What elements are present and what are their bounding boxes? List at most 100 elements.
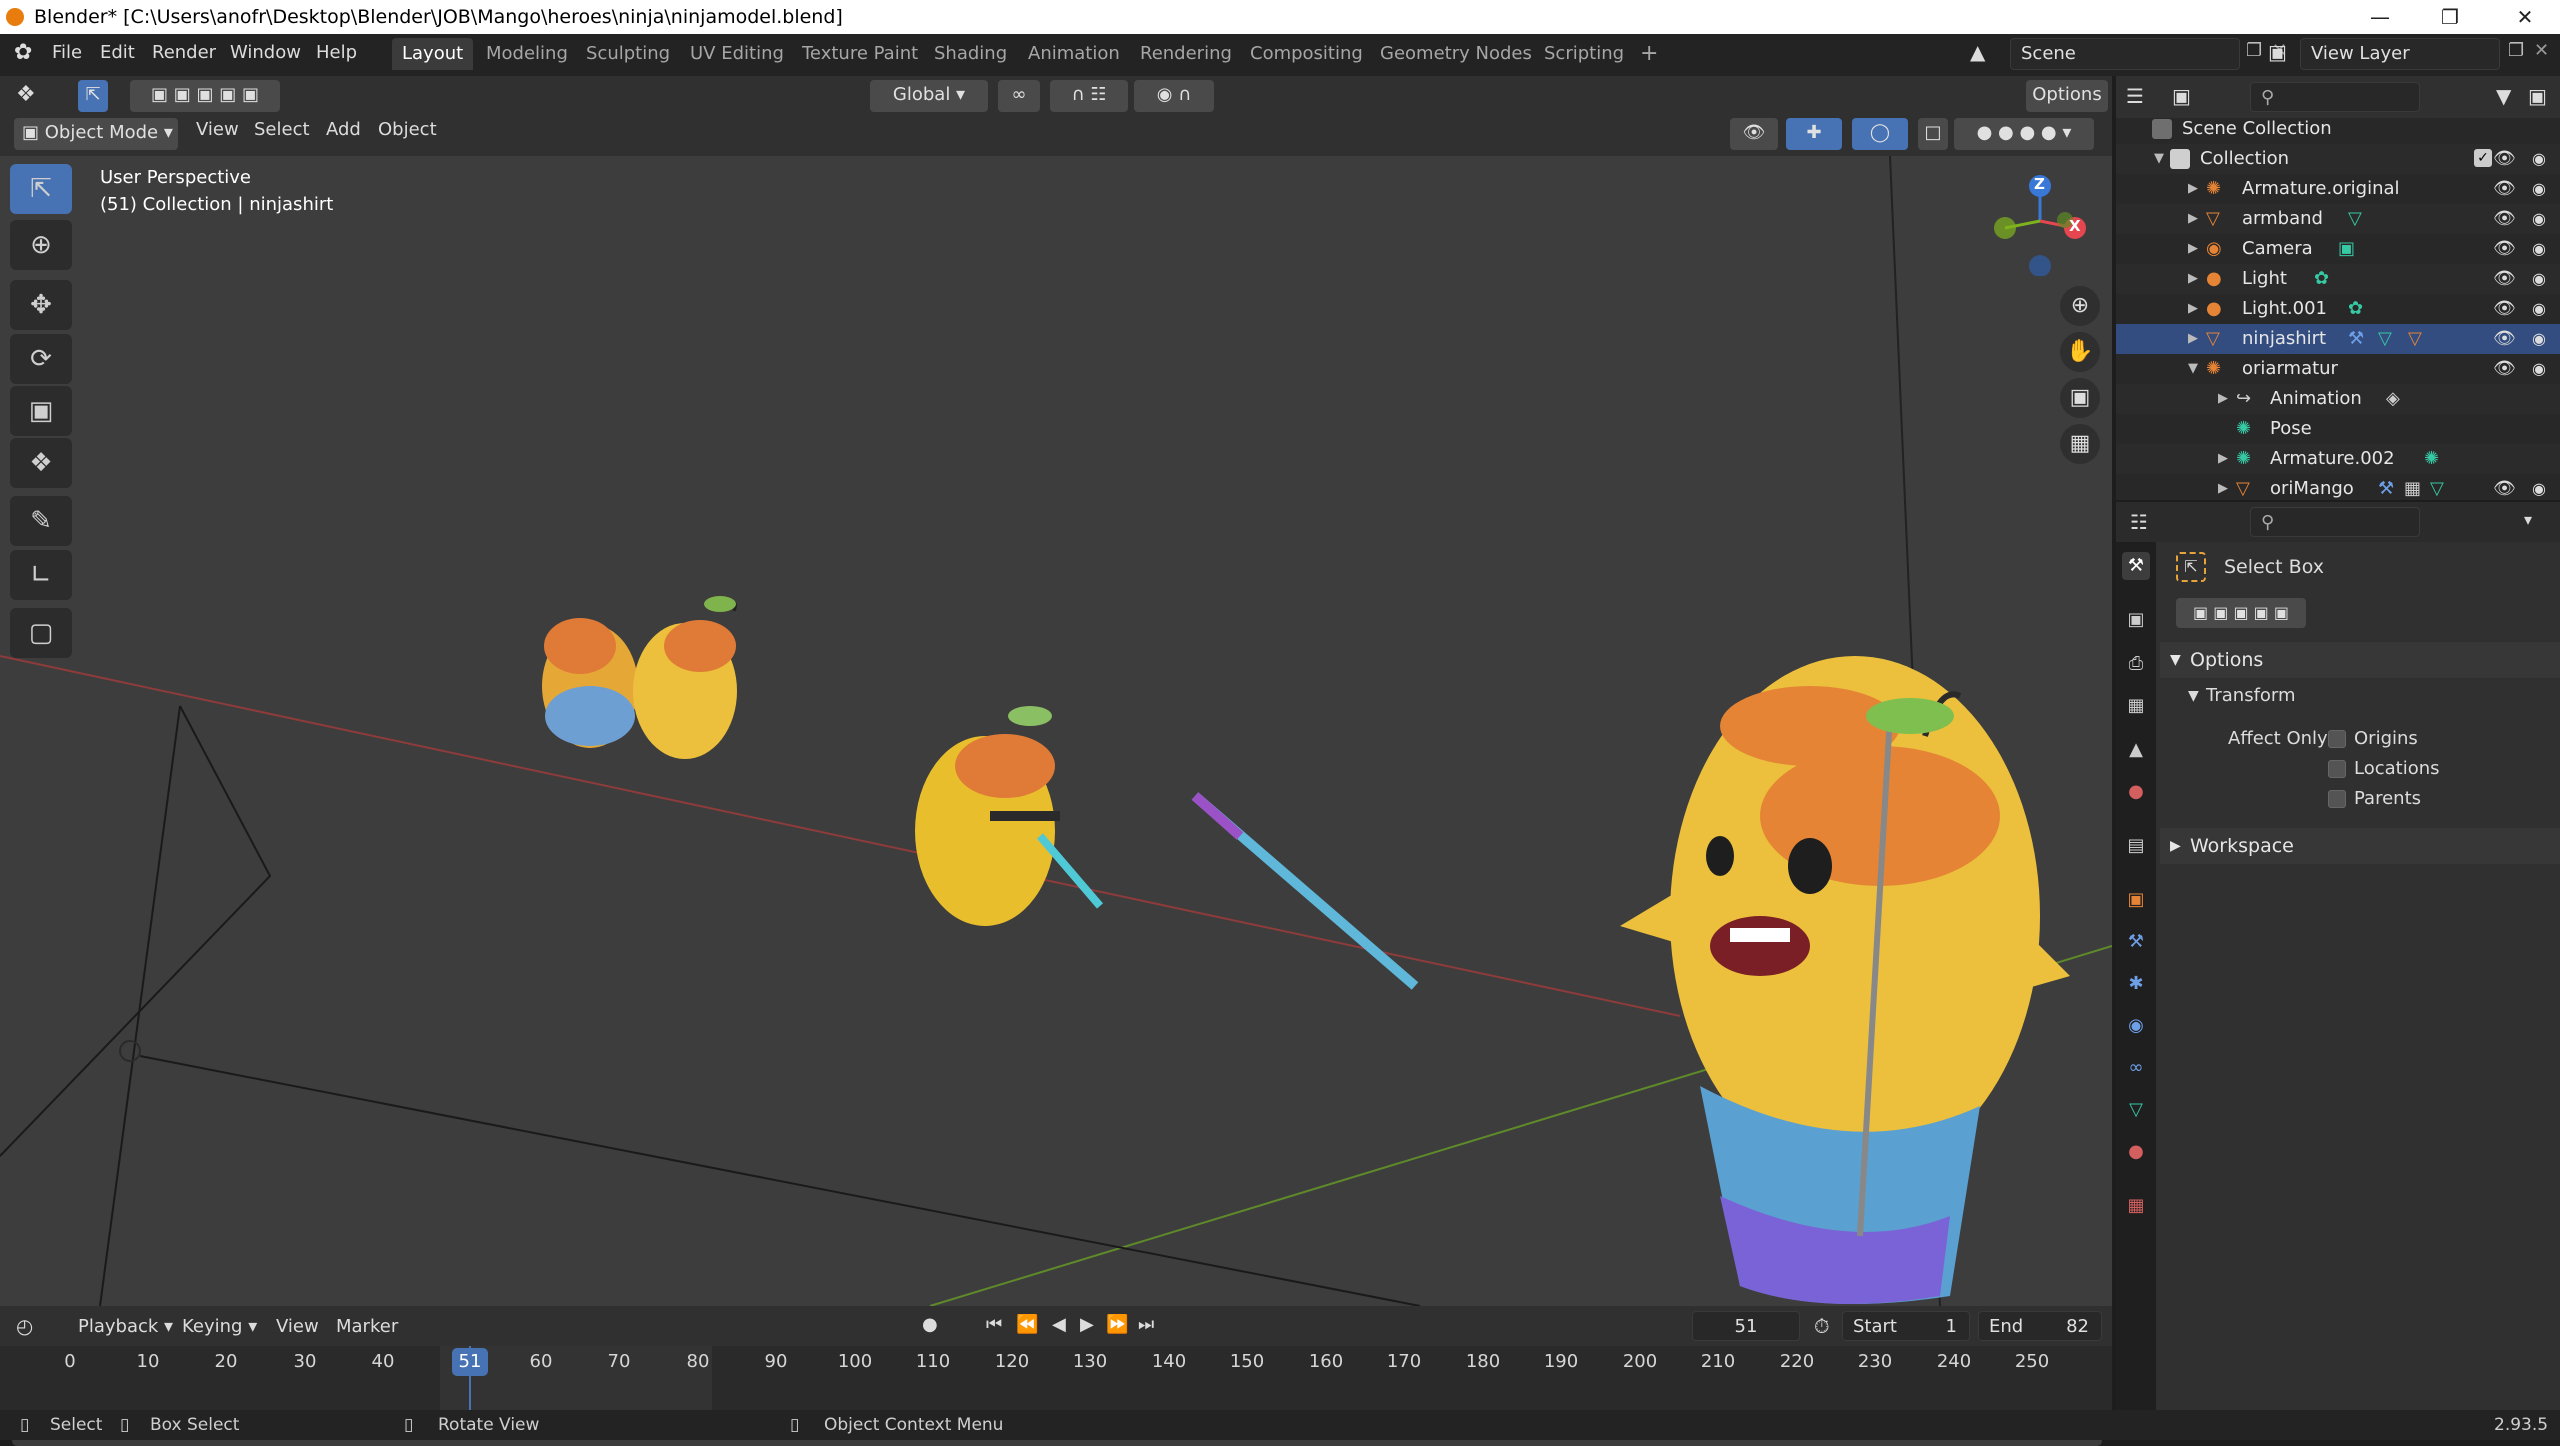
tab-physics-icon[interactable]: ◉ [2122,1012,2150,1040]
play-reverse-icon[interactable]: ◀ [1052,1314,1066,1335]
eye-icon[interactable]: 👁 [2493,204,2516,234]
tab-scripting[interactable]: Scripting [1534,38,1634,70]
mesh-data-icon[interactable]: ▽ [2430,474,2444,504]
annotate-tool-icon[interactable]: ✎ [10,496,72,546]
expand-arrow-icon[interactable]: ▶ [2218,384,2228,414]
expand-arrow-icon[interactable]: ▶ [2188,324,2198,354]
tab-uv-editing[interactable]: UV Editing [680,38,794,70]
jump-keyframe-back-icon[interactable]: ⏪ [1016,1314,1038,1335]
jump-start-icon[interactable]: ⏮ [986,1314,1002,1335]
tab-modeling[interactable]: Modeling [476,38,578,70]
render-camera-icon[interactable]: ◉ [2532,264,2546,294]
tab-object-icon[interactable]: ▣ [2122,886,2150,914]
eye-icon[interactable]: 👁 [2493,174,2516,204]
jump-keyframe-forward-icon[interactable]: ⏩ [1106,1314,1128,1335]
locations-checkbox[interactable] [2328,760,2346,778]
outliner-row-scene-collection[interactable]: Scene Collection [2116,114,2560,144]
modifier-icon[interactable]: ⚒ [2378,474,2394,504]
render-camera-icon[interactable]: ◉ [2532,354,2546,384]
render-camera-icon[interactable]: ◉ [2532,234,2546,264]
editor-type-icon[interactable]: ❖ [16,82,36,107]
render-camera-icon[interactable]: ◉ [2532,474,2546,504]
view-layer-icon[interactable]: ▣ [2268,40,2287,64]
tab-collection-icon[interactable]: ▤ [2122,832,2150,860]
tab-rendering[interactable]: Rendering [1130,38,1242,70]
eye-icon[interactable]: 👁 [2493,144,2516,174]
origins-checkbox[interactable] [2328,730,2346,748]
scale-tool-icon[interactable]: ▣ [10,386,72,436]
viewport-menu-add[interactable]: Add [326,119,361,140]
outliner-row-armband[interactable]: ▶ ▽ armband ▽ 👁 ◉ [2116,204,2560,234]
parents-checkbox[interactable] [2328,790,2346,808]
navigation-gizmo[interactable]: Z X [1985,166,2095,277]
tab-texture-icon[interactable]: ▦ [2122,1192,2150,1220]
timeline-menu-keying[interactable]: Keying ▾ [182,1316,257,1337]
cursor-tool-icon[interactable]: ⊕ [10,220,72,270]
viewport-menu-select[interactable]: Select [254,119,310,140]
expand-arrow-icon[interactable]: ▶ [2218,474,2228,504]
expand-arrow-icon[interactable]: ▶ [2188,234,2198,264]
tab-render-icon[interactable]: ▣ [2122,606,2150,634]
end-frame-field[interactable]: End 82 [1978,1311,2102,1341]
select-box-tool-icon[interactable]: ⇱ [10,164,72,214]
expand-arrow-icon[interactable]: ▼ [2188,354,2198,384]
selection-mode-buttons[interactable]: ▣ ▣ ▣ ▣ ▣ [2176,598,2306,628]
light-data-icon[interactable]: ✿ [2348,294,2363,324]
timeline-menu-playback[interactable]: Playback ▾ [78,1316,173,1337]
overlays-icon[interactable]: ◯ [1852,118,1908,150]
tab-modifiers-icon[interactable]: ⚒ [2122,928,2150,956]
add-cube-tool-icon[interactable]: ▢ [10,608,72,658]
exclude-checkbox[interactable]: ✓ [2474,149,2492,167]
blender-menu-icon[interactable]: ✿ [14,40,32,65]
xray-icon[interactable]: □ [1918,118,1948,150]
menu-help[interactable]: Help [316,42,357,63]
light-data-icon[interactable]: ✿ [2314,264,2329,294]
rotate-tool-icon[interactable]: ⟳ [10,334,72,384]
chevron-down-icon[interactable]: ▾ [2524,510,2532,529]
mesh-data-icon[interactable]: ▽ [2348,204,2362,234]
tab-compositing[interactable]: Compositing [1240,38,1373,70]
eye-icon[interactable]: 👁 [2493,324,2516,354]
timeline-editor-type-icon[interactable]: ◴ [16,1314,33,1338]
outliner-row-armature-002[interactable]: ▶ ✺ Armature.002 ✺ [2116,444,2560,474]
outliner-row-ninjashirt[interactable]: ▶ ▽ ninjashirt ⚒ ▽ ▽ 👁 ◉ [2116,324,2560,354]
eye-icon[interactable]: 👁 [2493,294,2516,324]
tab-sculpting[interactable]: Sculpting [576,38,680,70]
zoom-icon[interactable]: ⊕ [2060,286,2100,326]
outliner-search-input[interactable]: ⚲ [2250,82,2420,112]
tab-texture-paint[interactable]: Texture Paint [792,38,928,70]
scene-icon[interactable]: ▲ [1970,40,1985,64]
remove-view-layer-icon[interactable]: ✕ [2534,40,2549,61]
view-layer-selector[interactable]: View Layer [2300,38,2500,70]
copy-view-layer-icon[interactable]: ❐ [2508,40,2524,61]
outliner-row-light[interactable]: ▶ ● Light ✿ 👁 ◉ [2116,264,2560,294]
restore-icon[interactable]: ❐ [2420,0,2480,34]
expand-arrow-icon[interactable]: ▼ [2154,144,2164,174]
tab-layout[interactable]: Layout [392,38,474,70]
close-icon[interactable]: ✕ [2495,0,2555,34]
eye-icon[interactable]: 👁 [2493,234,2516,264]
move-tool-icon[interactable]: ✥ [10,280,72,330]
subpanel-transform[interactable]: ▼ Transform [2160,678,2560,714]
camera-view-icon[interactable]: ▣ [2060,378,2100,418]
pan-hand-icon[interactable]: ✋ [2060,332,2100,372]
tab-world-icon[interactable]: ● [2122,778,2150,806]
eye-icon[interactable]: 👁 [2493,474,2516,504]
tab-data-icon[interactable]: ▽ [2122,1096,2150,1124]
expand-arrow-icon[interactable]: ▶ [2188,204,2198,234]
copy-scene-icon[interactable]: ❐ [2246,40,2262,61]
scene-selector[interactable]: Scene [2010,38,2240,70]
modifier-icon[interactable]: ⚒ [2348,324,2364,354]
outliner-row-light-001[interactable]: ▶ ● Light.001 ✿ 👁 ◉ [2116,294,2560,324]
render-camera-icon[interactable]: ◉ [2532,144,2546,174]
menu-edit[interactable]: Edit [100,42,135,63]
tab-view-layer-icon[interactable]: ▦ [2122,692,2150,720]
menu-window[interactable]: Window [230,42,301,63]
play-icon[interactable]: ▶ [1080,1314,1094,1335]
stopwatch-icon[interactable]: ⏱ [1814,1314,1830,1338]
mesh-data-icon[interactable]: ▽ [2378,324,2392,354]
tab-scene-icon[interactable]: ▲ [2122,736,2150,764]
tab-shading[interactable]: Shading [924,38,1017,70]
start-frame-field[interactable]: Start 1 [1842,1311,1970,1341]
display-mode-icon[interactable]: ☰ [2126,84,2144,108]
